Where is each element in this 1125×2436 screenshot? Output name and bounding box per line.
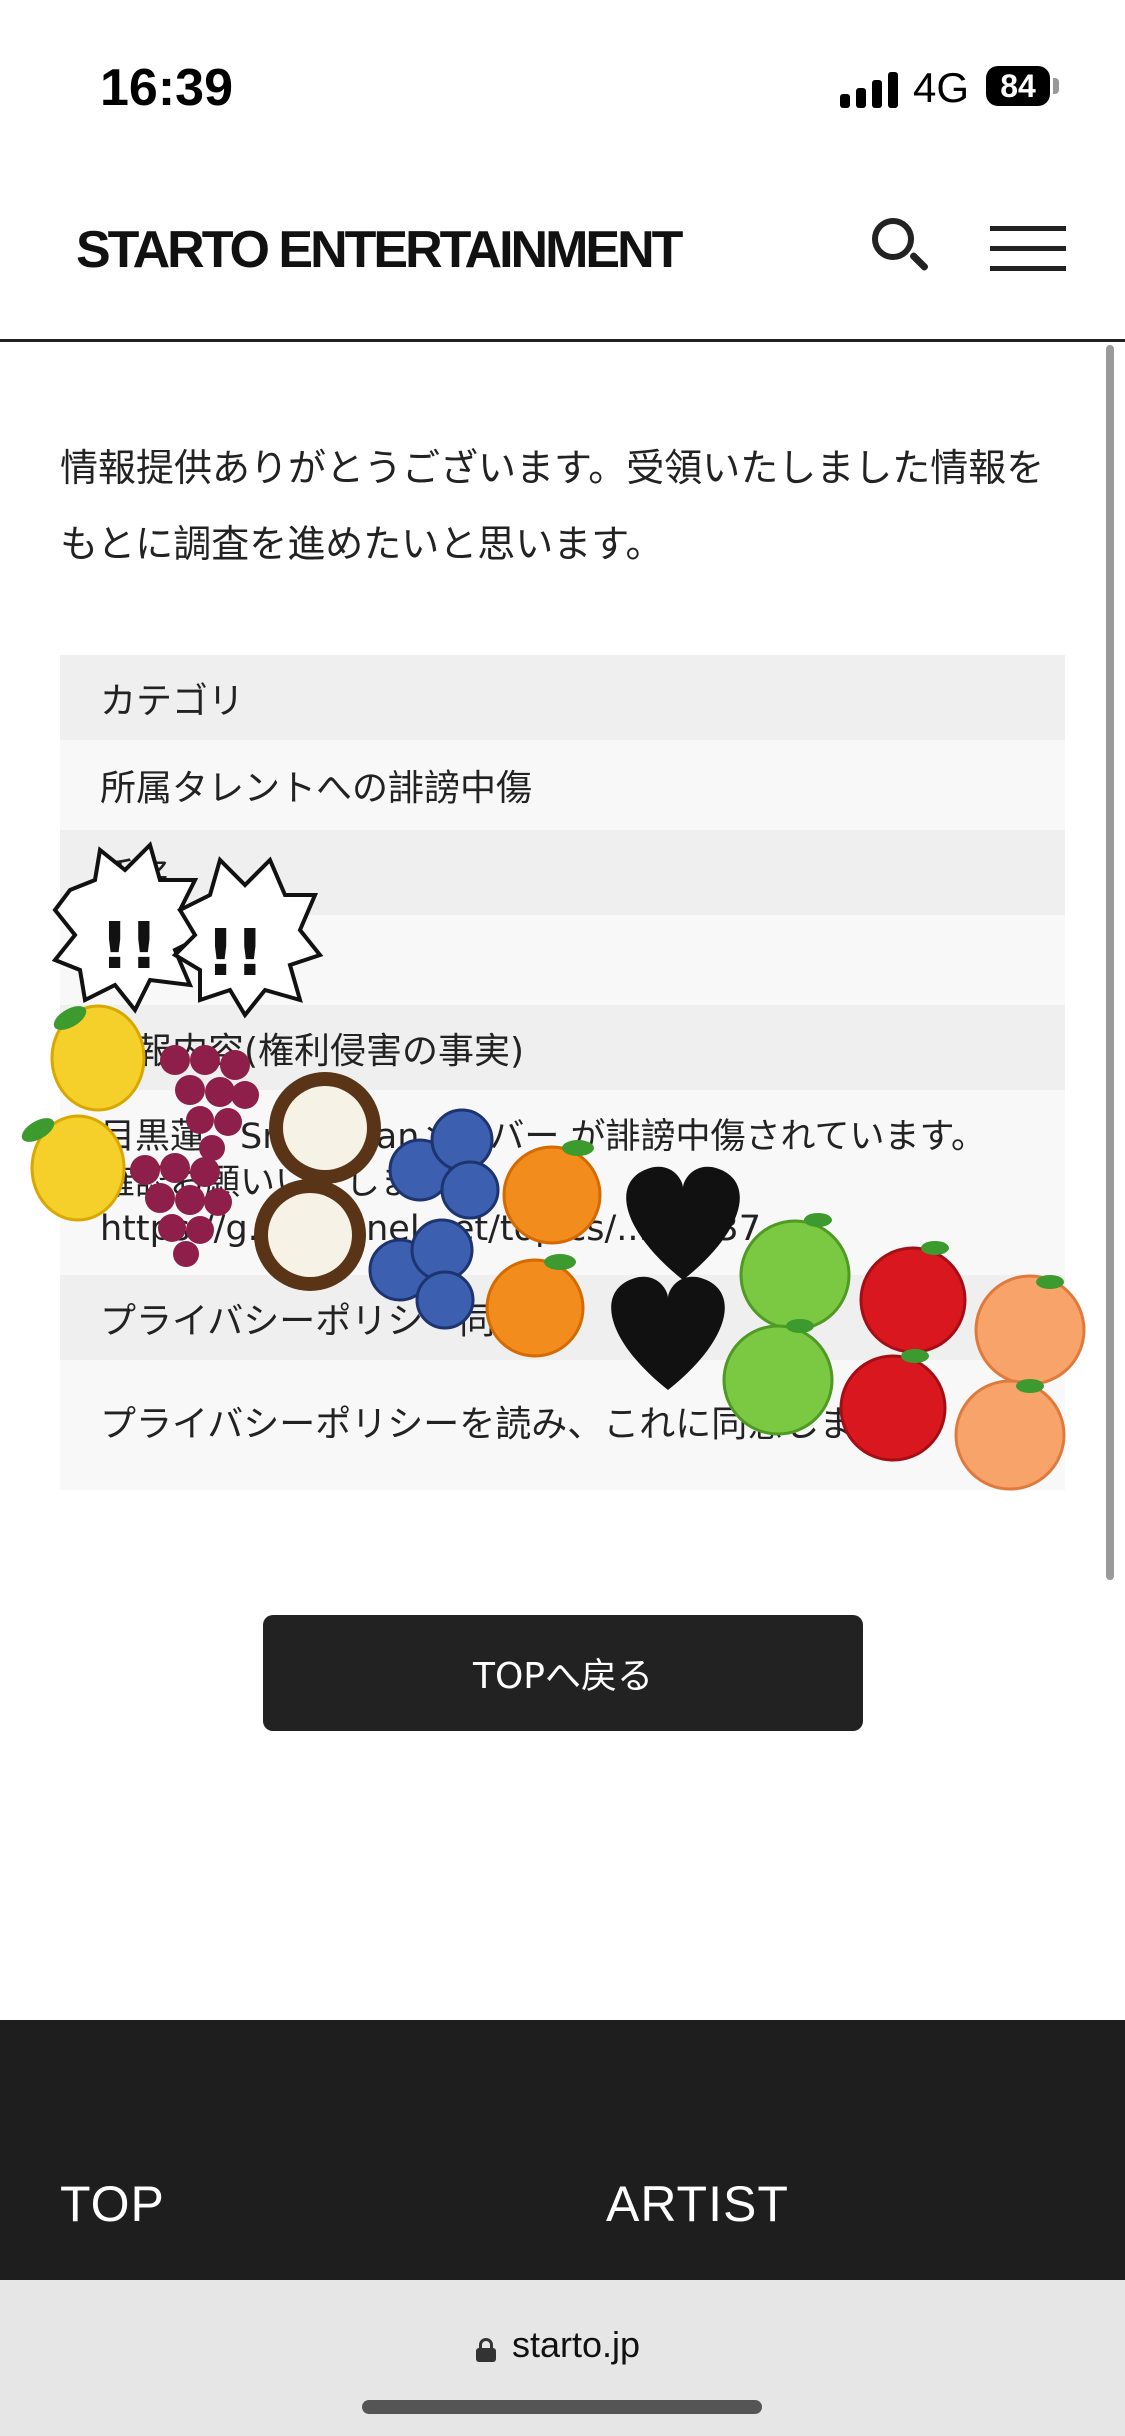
- field-value-name: [60, 915, 1065, 1005]
- search-icon: [872, 218, 914, 260]
- footer-link-top[interactable]: TOP: [60, 2175, 165, 2233]
- url-text: starto.jp: [512, 2324, 641, 2365]
- browser-url-bar[interactable]: starto.jp: [0, 2280, 1125, 2436]
- home-indicator[interactable]: [362, 2400, 762, 2414]
- status-bar: 16:39 4G 84: [0, 0, 1125, 170]
- site-logo[interactable]: STARTO ENTERTAINMENT: [76, 220, 683, 280]
- field-value-content: 目黒蓮、Snow Manメンバー が誹謗中傷されています。 確認お願いいたします…: [60, 1090, 1065, 1275]
- signal-strength-icon: [840, 72, 898, 108]
- field-value-privacy: プライバシーポリシーを読み、これに同意します。: [60, 1360, 1065, 1490]
- field-label-name: 氏名: [60, 830, 1065, 915]
- field-label-privacy: プライバシーポリシー同意: [60, 1275, 1065, 1360]
- status-time: 16:39: [100, 59, 233, 117]
- field-label-content: 情報内容(権利侵害の事実): [60, 1005, 1065, 1090]
- thanks-message: 情報提供ありがとうございます。受領いたしました情報をもとに調査を進めたいと思いま…: [60, 446, 1045, 566]
- site-footer: TOP ARTIST: [0, 2020, 1125, 2280]
- footer-link-artist[interactable]: ARTIST: [606, 2175, 789, 2233]
- field-label-category: カテゴリ: [60, 655, 1065, 740]
- hamburger-menu-button[interactable]: [990, 226, 1066, 276]
- scrollbar[interactable]: [1106, 345, 1114, 1580]
- field-value-category: 所属タレントへの誹謗中傷: [60, 740, 1065, 830]
- battery-icon: 84: [986, 66, 1050, 106]
- battery-cap: [1053, 78, 1059, 94]
- site-header: STARTO ENTERTAINMENT: [0, 170, 1125, 342]
- submission-summary-table: カテゴリ 所属タレントへの誹謗中傷 氏名 情報内容(権利侵害の事実) 目黒蓮、S…: [60, 655, 1065, 1490]
- lock-icon: [476, 2338, 496, 2362]
- search-button[interactable]: [868, 214, 938, 284]
- network-type: 4G: [913, 64, 970, 111]
- back-to-top-button[interactable]: TOPへ戻る: [263, 1615, 863, 1731]
